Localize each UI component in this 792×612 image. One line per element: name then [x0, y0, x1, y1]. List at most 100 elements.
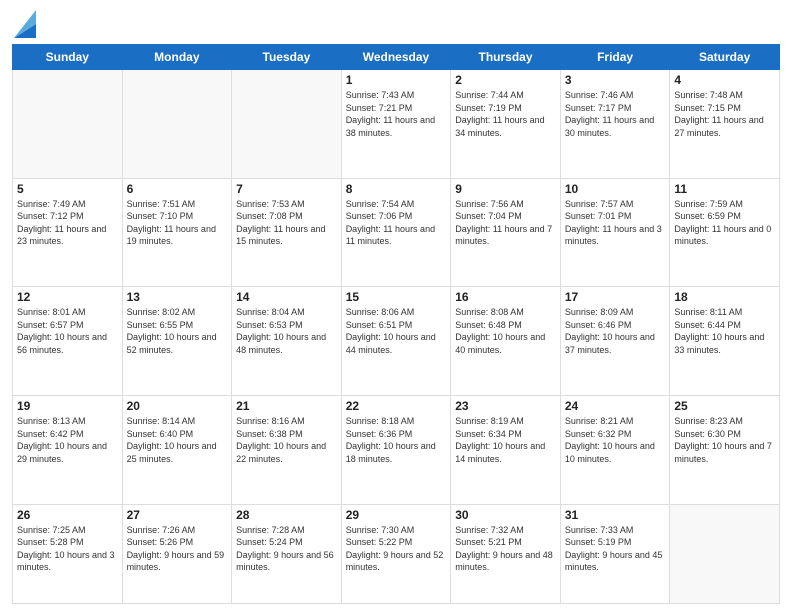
- calendar-cell: 7 Sunrise: 7:53 AM Sunset: 7:08 PM Daylig…: [232, 178, 342, 287]
- cell-info: Sunrise: 8:01 AM Sunset: 6:57 PM Dayligh…: [17, 306, 118, 356]
- day-number: 25: [674, 399, 775, 413]
- day-number: 2: [455, 73, 556, 87]
- calendar-week-3: 12 Sunrise: 8:01 AM Sunset: 6:57 PM Dayli…: [13, 287, 780, 396]
- cell-info: Sunrise: 7:53 AM Sunset: 7:08 PM Dayligh…: [236, 198, 337, 248]
- calendar-cell: 13 Sunrise: 8:02 AM Sunset: 6:55 PM Dayli…: [122, 287, 232, 396]
- calendar-cell: 15 Sunrise: 8:06 AM Sunset: 6:51 PM Dayli…: [341, 287, 451, 396]
- calendar-cell: 3Sunrise: 7:46 AM Sunset: 7:17 PM Daylig…: [560, 70, 670, 179]
- day-number: 16: [455, 290, 556, 304]
- day-number: 1: [346, 73, 447, 87]
- weekday-header-tuesday: Tuesday: [232, 45, 342, 70]
- cell-info: Sunrise: 8:08 AM Sunset: 6:48 PM Dayligh…: [455, 306, 556, 356]
- cell-info: Sunrise: 7:44 AM Sunset: 7:19 PM Dayligh…: [455, 89, 556, 139]
- day-number: 10: [565, 182, 666, 196]
- weekday-header-row: SundayMondayTuesdayWednesdayThursdayFrid…: [13, 45, 780, 70]
- weekday-header-wednesday: Wednesday: [341, 45, 451, 70]
- calendar-cell: 19Sunrise: 8:13 AM Sunset: 6:42 PM Dayli…: [13, 395, 123, 504]
- calendar-week-2: 5 Sunrise: 7:49 AM Sunset: 7:12 PM Daylig…: [13, 178, 780, 287]
- calendar-cell: 27 Sunrise: 7:26 AM Sunset: 5:26 PM Dayli…: [122, 504, 232, 603]
- day-number: 9: [455, 182, 556, 196]
- cell-info: Sunrise: 7:56 AM Sunset: 7:04 PM Dayligh…: [455, 198, 556, 248]
- calendar-cell: 29 Sunrise: 7:30 AM Sunset: 5:22 PM Dayli…: [341, 504, 451, 603]
- cell-info: Sunrise: 8:16 AM Sunset: 6:38 PM Dayligh…: [236, 415, 337, 465]
- cell-info: Sunrise: 7:54 AM Sunset: 7:06 PM Dayligh…: [346, 198, 447, 248]
- cell-info: Sunrise: 8:21 AM Sunset: 6:32 PM Dayligh…: [565, 415, 666, 465]
- weekday-header-sunday: Sunday: [13, 45, 123, 70]
- cell-info: Sunrise: 7:25 AM Sunset: 5:28 PM Dayligh…: [17, 524, 118, 574]
- cell-info: Sunrise: 7:51 AM Sunset: 7:10 PM Dayligh…: [127, 198, 228, 248]
- day-number: 21: [236, 399, 337, 413]
- calendar-cell: 17 Sunrise: 8:09 AM Sunset: 6:46 PM Dayli…: [560, 287, 670, 396]
- day-number: 12: [17, 290, 118, 304]
- cell-info: Sunrise: 8:13 AM Sunset: 6:42 PM Dayligh…: [17, 415, 118, 465]
- calendar-cell: [232, 70, 342, 179]
- calendar-cell: 24 Sunrise: 8:21 AM Sunset: 6:32 PM Dayli…: [560, 395, 670, 504]
- cell-info: Sunrise: 7:28 AM Sunset: 5:24 PM Dayligh…: [236, 524, 337, 574]
- calendar-cell: 20Sunrise: 8:14 AM Sunset: 6:40 PM Dayli…: [122, 395, 232, 504]
- day-number: 17: [565, 290, 666, 304]
- calendar-cell: 18Sunrise: 8:11 AM Sunset: 6:44 PM Dayli…: [670, 287, 780, 396]
- calendar-cell: [13, 70, 123, 179]
- calendar-cell: 4Sunrise: 7:48 AM Sunset: 7:15 PM Daylig…: [670, 70, 780, 179]
- cell-info: Sunrise: 8:14 AM Sunset: 6:40 PM Dayligh…: [127, 415, 228, 465]
- calendar-cell: 12 Sunrise: 8:01 AM Sunset: 6:57 PM Dayli…: [13, 287, 123, 396]
- calendar-cell: 31Sunrise: 7:33 AM Sunset: 5:19 PM Dayli…: [560, 504, 670, 603]
- day-number: 8: [346, 182, 447, 196]
- calendar-cell: 23 Sunrise: 8:19 AM Sunset: 6:34 PM Dayli…: [451, 395, 561, 504]
- calendar-cell: 2 Sunrise: 7:44 AM Sunset: 7:19 PM Daylig…: [451, 70, 561, 179]
- day-number: 30: [455, 508, 556, 522]
- calendar-week-1: 1 Sunrise: 7:43 AM Sunset: 7:21 PM Daylig…: [13, 70, 780, 179]
- cell-info: Sunrise: 8:09 AM Sunset: 6:46 PM Dayligh…: [565, 306, 666, 356]
- cell-info: Sunrise: 8:23 AM Sunset: 6:30 PM Dayligh…: [674, 415, 775, 465]
- day-number: 4: [674, 73, 775, 87]
- day-number: 18: [674, 290, 775, 304]
- logo-icon: [14, 10, 36, 38]
- calendar-cell: [122, 70, 232, 179]
- cell-info: Sunrise: 8:18 AM Sunset: 6:36 PM Dayligh…: [346, 415, 447, 465]
- cell-info: Sunrise: 8:02 AM Sunset: 6:55 PM Dayligh…: [127, 306, 228, 356]
- day-number: 28: [236, 508, 337, 522]
- day-number: 26: [17, 508, 118, 522]
- header: [12, 10, 780, 38]
- day-number: 22: [346, 399, 447, 413]
- weekday-header-saturday: Saturday: [670, 45, 780, 70]
- day-number: 31: [565, 508, 666, 522]
- calendar-cell: 30 Sunrise: 7:32 AM Sunset: 5:21 PM Dayli…: [451, 504, 561, 603]
- calendar-table: SundayMondayTuesdayWednesdayThursdayFrid…: [12, 44, 780, 604]
- day-number: 5: [17, 182, 118, 196]
- day-number: 27: [127, 508, 228, 522]
- cell-info: Sunrise: 7:32 AM Sunset: 5:21 PM Dayligh…: [455, 524, 556, 574]
- day-number: 24: [565, 399, 666, 413]
- calendar-week-4: 19Sunrise: 8:13 AM Sunset: 6:42 PM Dayli…: [13, 395, 780, 504]
- cell-info: Sunrise: 7:43 AM Sunset: 7:21 PM Dayligh…: [346, 89, 447, 139]
- cell-info: Sunrise: 7:30 AM Sunset: 5:22 PM Dayligh…: [346, 524, 447, 574]
- calendar-cell: 25 Sunrise: 8:23 AM Sunset: 6:30 PM Dayli…: [670, 395, 780, 504]
- day-number: 29: [346, 508, 447, 522]
- calendar-cell: 10 Sunrise: 7:57 AM Sunset: 7:01 PM Dayli…: [560, 178, 670, 287]
- calendar-cell: 22 Sunrise: 8:18 AM Sunset: 6:36 PM Dayli…: [341, 395, 451, 504]
- cell-info: Sunrise: 7:59 AM Sunset: 6:59 PM Dayligh…: [674, 198, 775, 248]
- weekday-header-monday: Monday: [122, 45, 232, 70]
- weekday-header-friday: Friday: [560, 45, 670, 70]
- cell-info: Sunrise: 8:06 AM Sunset: 6:51 PM Dayligh…: [346, 306, 447, 356]
- day-number: 7: [236, 182, 337, 196]
- day-number: 14: [236, 290, 337, 304]
- cell-info: Sunrise: 7:57 AM Sunset: 7:01 PM Dayligh…: [565, 198, 666, 248]
- calendar-cell: 5 Sunrise: 7:49 AM Sunset: 7:12 PM Daylig…: [13, 178, 123, 287]
- cell-info: Sunrise: 7:49 AM Sunset: 7:12 PM Dayligh…: [17, 198, 118, 248]
- calendar-cell: 14 Sunrise: 8:04 AM Sunset: 6:53 PM Dayli…: [232, 287, 342, 396]
- day-number: 13: [127, 290, 228, 304]
- day-number: 23: [455, 399, 556, 413]
- calendar-cell: 1 Sunrise: 7:43 AM Sunset: 7:21 PM Daylig…: [341, 70, 451, 179]
- calendar-cell: [670, 504, 780, 603]
- cell-info: Sunrise: 7:26 AM Sunset: 5:26 PM Dayligh…: [127, 524, 228, 574]
- day-number: 6: [127, 182, 228, 196]
- calendar-cell: 9 Sunrise: 7:56 AM Sunset: 7:04 PM Daylig…: [451, 178, 561, 287]
- cell-info: Sunrise: 8:04 AM Sunset: 6:53 PM Dayligh…: [236, 306, 337, 356]
- day-number: 11: [674, 182, 775, 196]
- page: SundayMondayTuesdayWednesdayThursdayFrid…: [0, 0, 792, 612]
- day-number: 15: [346, 290, 447, 304]
- day-number: 3: [565, 73, 666, 87]
- cell-info: Sunrise: 8:19 AM Sunset: 6:34 PM Dayligh…: [455, 415, 556, 465]
- calendar-cell: 16 Sunrise: 8:08 AM Sunset: 6:48 PM Dayli…: [451, 287, 561, 396]
